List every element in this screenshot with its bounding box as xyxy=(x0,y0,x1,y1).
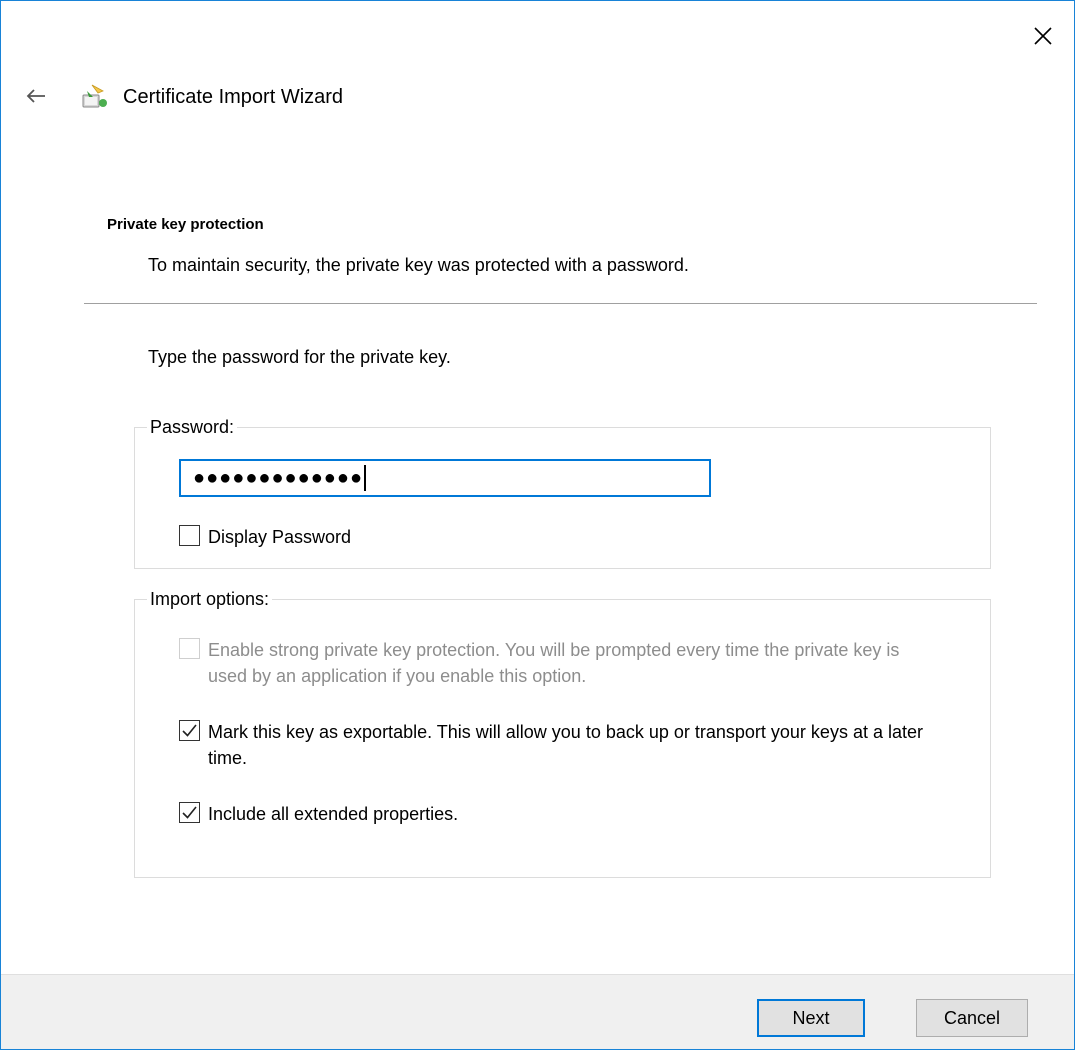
wizard-title: Certificate Import Wizard xyxy=(123,86,344,108)
extended-properties-checkbox[interactable] xyxy=(179,802,200,823)
strong-protection-checkbox xyxy=(179,638,200,659)
section-description: To maintain security, the private key wa… xyxy=(148,255,689,275)
password-group-legend: Password: xyxy=(150,417,235,437)
header-divider xyxy=(84,303,1037,304)
password-masked-value: ●●●●●●●●●●●●● xyxy=(193,466,364,489)
extended-properties-option[interactable]: Include all extended properties. xyxy=(179,801,458,827)
exportable-label: Mark this key as exportable. This will a… xyxy=(208,722,923,768)
checkmark-icon xyxy=(182,806,197,819)
next-button[interactable]: Next xyxy=(757,999,865,1037)
text-caret xyxy=(364,465,367,491)
back-button[interactable] xyxy=(21,81,51,111)
section-title: Private key protection xyxy=(107,216,264,233)
button-bar: Next Cancel xyxy=(1,974,1074,1049)
display-password-option[interactable]: Display Password xyxy=(179,524,351,550)
strong-protection-option: Enable strong private key protection. Yo… xyxy=(179,637,939,689)
instruction-text: Type the password for the private key. xyxy=(148,347,451,367)
exportable-checkbox[interactable] xyxy=(179,720,200,741)
import-options-legend: Import options: xyxy=(150,589,270,609)
certificate-wizard-icon xyxy=(79,81,111,113)
close-button[interactable] xyxy=(1020,13,1066,59)
password-input[interactable]: ●●●●●●●●●●●●● xyxy=(179,459,711,497)
cancel-button[interactable]: Cancel xyxy=(916,999,1028,1037)
strong-protection-label: Enable strong private key protection. Yo… xyxy=(208,640,900,686)
display-password-label: Display Password xyxy=(208,527,352,547)
display-password-checkbox[interactable] xyxy=(179,525,200,546)
checkmark-icon xyxy=(182,724,197,737)
extended-properties-label: Include all extended properties. xyxy=(208,804,459,824)
close-icon xyxy=(1034,27,1052,45)
wizard-window: Certificate Import Wizard Private key pr… xyxy=(0,0,1075,1050)
exportable-option[interactable]: Mark this key as exportable. This will a… xyxy=(179,719,959,771)
back-arrow-icon xyxy=(26,89,45,103)
